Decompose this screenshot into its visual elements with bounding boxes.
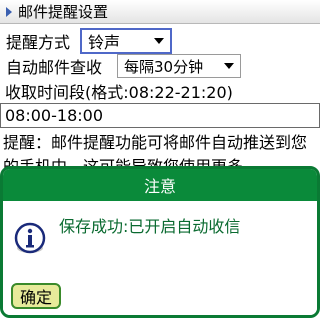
triangle-right-icon	[0, 0, 18, 24]
reminder-method-row: 提醒方式 铃声	[0, 27, 320, 55]
time-range-row: 收取时间段(格式:08:22-21:20)	[0, 79, 320, 103]
chevron-down-icon[interactable]	[218, 55, 240, 77]
auto-check-value: 每隔30分钟	[124, 57, 204, 76]
alert-dialog: 注意 保存成功:已开启自动收信 确定	[0, 166, 320, 318]
reminder-method-label: 提醒方式	[6, 33, 71, 52]
reminder-note: 提醒：邮件提醒功能可将邮件自动推送到您的手机中，这可能导致您使用更多	[3, 133, 308, 171]
ok-button[interactable]: 确定	[11, 283, 61, 309]
auto-check-label: 自动邮件查收	[6, 58, 103, 77]
reminder-method-value: 铃声	[88, 33, 121, 52]
info-icon	[13, 221, 49, 257]
title-bar: 邮件提醒设置	[0, 0, 320, 24]
reminder-method-select[interactable]: 铃声	[80, 28, 172, 54]
auto-check-row: 自动邮件查收 每隔30分钟	[0, 53, 320, 79]
dialog-title: 注意	[3, 169, 317, 201]
time-range-label: 收取时间段(格式:08:22-21:20)	[5, 83, 233, 102]
time-range-input[interactable]: 08:00-18:00	[0, 103, 320, 128]
chevron-down-icon[interactable]	[148, 30, 170, 52]
auto-check-select[interactable]: 每隔30分钟	[117, 54, 241, 78]
dialog-body: 保存成功:已开启自动收信 确定	[3, 201, 317, 315]
dialog-message: 保存成功:已开启自动收信	[59, 217, 241, 236]
page-title: 邮件提醒设置	[18, 2, 109, 21]
